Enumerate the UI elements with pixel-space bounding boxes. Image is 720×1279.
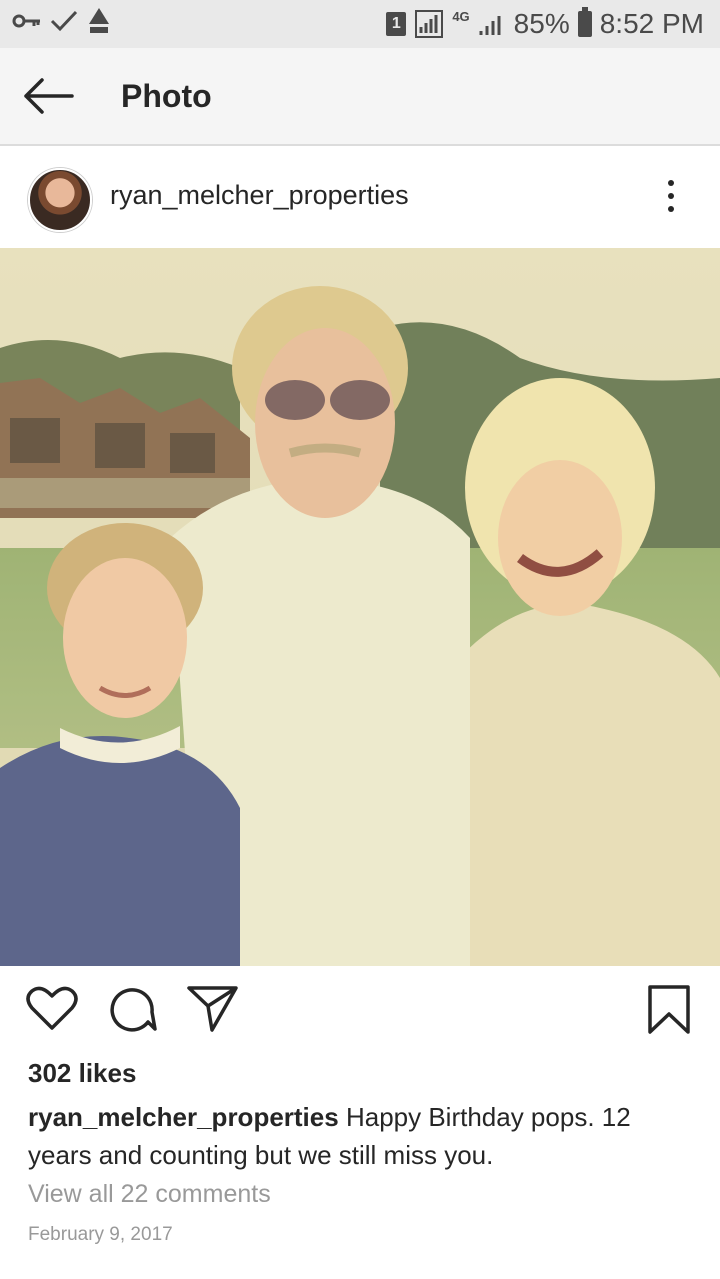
post-photo[interactable] <box>0 248 720 966</box>
more-options-button[interactable] <box>656 176 686 216</box>
status-bar: 1 4G 85% 8:52 PM <box>0 0 720 48</box>
comment-icon <box>108 988 158 1038</box>
back-button[interactable] <box>20 76 76 116</box>
status-bar-right: 1 4G 85% 8:52 PM <box>386 6 704 42</box>
post-date: February 9, 2017 <box>28 1224 173 1245</box>
share-button[interactable] <box>186 984 240 1039</box>
comment-button[interactable] <box>108 984 158 1039</box>
clock: 8:52 PM <box>599 8 704 39</box>
post-username[interactable]: ryan_melcher_properties <box>110 178 409 212</box>
heart-icon <box>26 986 78 1036</box>
likes-count[interactable]: 302 likes <box>28 1058 136 1089</box>
more-vertical-icon <box>668 180 674 186</box>
network-type: 4G <box>452 9 470 24</box>
post-photo-image <box>0 248 720 966</box>
key-icon <box>12 11 42 31</box>
avatar[interactable] <box>28 168 92 232</box>
caption-username[interactable]: ryan_melcher_properties <box>28 1102 339 1132</box>
battery-percent: 85% <box>513 8 570 39</box>
post-caption: ryan_melcher_properties Happy Birthday p… <box>28 1098 688 1174</box>
save-button[interactable] <box>646 984 692 1041</box>
drive-upload-icon <box>86 6 112 36</box>
post-header: ryan_melcher_properties <box>0 146 720 246</box>
top-nav: Photo <box>0 48 720 146</box>
check-icon <box>50 9 78 33</box>
battery-icon <box>577 7 592 37</box>
view-comments-link[interactable]: View all 22 comments <box>28 1180 271 1209</box>
arrow-left-icon <box>20 78 76 120</box>
share-icon <box>186 986 240 1038</box>
bookmark-icon <box>646 985 692 1040</box>
post-actions <box>0 978 720 1048</box>
signal-icon <box>478 11 506 37</box>
sim-badge: 1 <box>386 12 407 36</box>
like-button[interactable] <box>26 984 78 1037</box>
wifi-calling-icon <box>414 9 444 39</box>
status-bar-left-icons <box>12 6 112 36</box>
page-title: Photo <box>121 78 212 114</box>
